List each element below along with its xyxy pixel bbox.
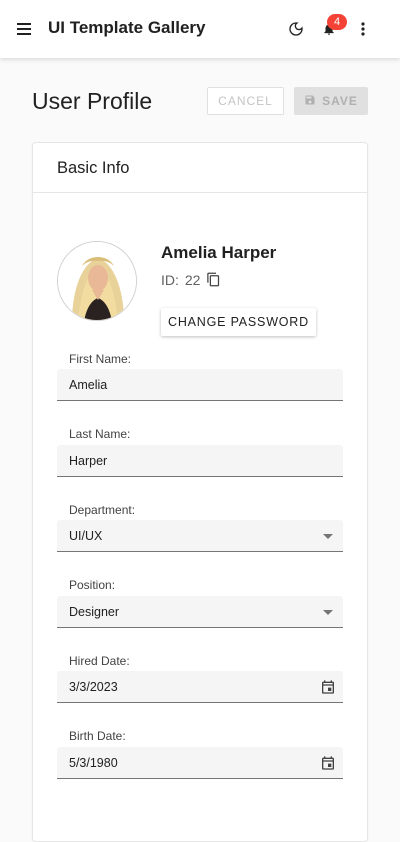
- hired-date-value: 3/3/2023: [69, 679, 118, 694]
- last-name-label: Last Name:: [69, 427, 131, 441]
- first-name-label: First Name:: [69, 352, 132, 366]
- birth-date-label: Birth Date:: [69, 729, 126, 743]
- hired-date-label: Hired Date:: [69, 654, 130, 668]
- copy-icon[interactable]: [206, 271, 221, 288]
- last-name-value: Harper: [69, 453, 108, 468]
- user-id-row: ID: 22: [161, 271, 221, 288]
- birth-date-field[interactable]: 5/3/1980: [57, 747, 343, 779]
- app-bar: UI Template Gallery 4: [0, 0, 400, 58]
- save-label: SAVE: [322, 94, 358, 108]
- card-title: Basic Info: [57, 159, 130, 177]
- app-title: UI Template Gallery: [48, 18, 206, 37]
- card-header: Basic Info: [33, 143, 367, 193]
- hired-date-field[interactable]: 3/3/2023: [57, 671, 343, 703]
- cancel-button[interactable]: CANCEL: [207, 87, 284, 115]
- first-name-value: Amelia: [69, 377, 108, 392]
- more-vert-icon[interactable]: [351, 17, 375, 41]
- page-title: User Profile: [32, 88, 153, 114]
- position-select[interactable]: Designer: [57, 596, 343, 628]
- department-select[interactable]: UI/UX: [57, 520, 343, 552]
- first-name-field[interactable]: Amelia: [57, 369, 343, 401]
- department-value: UI/UX: [69, 528, 103, 543]
- change-password-button[interactable]: CHANGE PASSWORD: [161, 308, 316, 336]
- position-value: Designer: [69, 604, 120, 619]
- notification-badge: 4: [327, 14, 347, 30]
- user-id-label: ID:: [161, 271, 179, 288]
- moon-icon[interactable]: [284, 17, 308, 41]
- department-label: Department:: [69, 503, 136, 517]
- calendar-icon[interactable]: [319, 754, 337, 772]
- arrow-drop-down-icon: [319, 603, 337, 621]
- avatar: [57, 241, 137, 321]
- arrow-drop-down-icon: [319, 527, 337, 545]
- user-name: Amelia Harper: [161, 243, 277, 262]
- last-name-field[interactable]: Harper: [57, 445, 343, 477]
- user-id-value: 22: [184, 271, 201, 288]
- birth-date-value: 5/3/1980: [69, 755, 118, 770]
- calendar-icon[interactable]: [319, 678, 337, 696]
- save-icon: [304, 94, 316, 109]
- menu-icon[interactable]: [12, 17, 36, 41]
- position-label: Position:: [69, 578, 116, 592]
- save-button[interactable]: SAVE: [294, 87, 368, 115]
